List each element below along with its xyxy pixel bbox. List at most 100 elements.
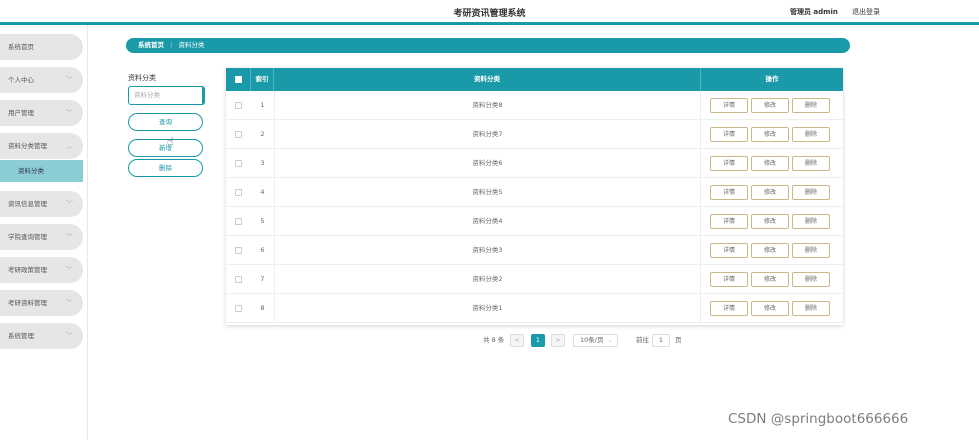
row-checkbox[interactable]	[235, 218, 242, 225]
sidebar-item-system[interactable]: 系统管理 ﹀	[0, 323, 83, 349]
sidebar-item-home[interactable]: 系统首页	[0, 34, 83, 60]
batch-delete-button[interactable]: 删除	[128, 159, 203, 177]
row-category-name: 资料分类2	[274, 265, 701, 294]
edit-button[interactable]: 修改	[751, 214, 789, 229]
table-row: 4 资料分类5 详情 修改 删除	[226, 178, 843, 207]
sidebar-item-policy[interactable]: 考研政策管理 ﹀	[0, 257, 83, 283]
detail-button[interactable]: 详情	[710, 272, 748, 287]
edit-button[interactable]: 修改	[751, 243, 789, 258]
delete-button[interactable]: 删除	[792, 156, 830, 171]
top-divider	[0, 22, 979, 25]
edit-button[interactable]: 修改	[751, 301, 789, 316]
checkbox-icon[interactable]	[235, 76, 242, 83]
row-checkbox[interactable]	[235, 189, 242, 196]
sidebar-item-category-mgmt[interactable]: 资料分类管理 ︿	[0, 133, 83, 159]
sidebar-item-label: 资讯信息管理	[8, 200, 47, 208]
detail-button[interactable]: 详情	[710, 156, 748, 171]
watermark-text: CSDN @springboot666666	[728, 411, 909, 427]
delete-button[interactable]: 删除	[792, 98, 830, 113]
page-size-select[interactable]: 10条/页 ⌄	[573, 334, 618, 347]
row-checkbox[interactable]	[235, 160, 242, 167]
query-button[interactable]: 查询	[128, 113, 203, 131]
row-category-name: 资料分类4	[274, 207, 701, 236]
chevron-down-icon: ﹀	[66, 200, 73, 208]
row-category-name: 资料分类1	[274, 294, 701, 323]
chevron-down-icon: ﹀	[66, 109, 73, 117]
filter-label: 资料分类	[128, 74, 156, 82]
row-index: 1	[260, 101, 265, 109]
admin-label: 管理员 admin	[790, 8, 838, 16]
detail-button[interactable]: 详情	[710, 185, 748, 200]
pagination-total: 共 8 条	[483, 336, 505, 344]
edit-button[interactable]: 修改	[751, 98, 789, 113]
edit-button[interactable]: 修改	[751, 127, 789, 142]
sidebar-item-label: 资料分类管理	[8, 142, 47, 150]
delete-button[interactable]: 删除	[792, 301, 830, 316]
detail-button[interactable]: 详情	[710, 127, 748, 142]
table-row: 8 资料分类1 详情 修改 删除	[226, 294, 843, 323]
row-checkbox[interactable]	[235, 276, 242, 283]
row-index: 4	[260, 188, 265, 196]
sidebar-item-users[interactable]: 用户管理 ﹀	[0, 100, 83, 126]
page-size-value: 10条/页	[580, 336, 604, 344]
delete-button[interactable]: 删除	[792, 272, 830, 287]
delete-button[interactable]: 删除	[792, 185, 830, 200]
table-row: 3 资料分类6 详情 修改 删除	[226, 149, 843, 178]
row-checkbox[interactable]	[235, 131, 242, 138]
breadcrumb-separator: ⋮	[168, 41, 175, 49]
table-row: 5 资料分类4 详情 修改 删除	[226, 207, 843, 236]
row-checkbox[interactable]	[235, 247, 242, 254]
chevron-down-icon: ﹀	[66, 332, 73, 340]
chevron-down-icon: ⌄	[607, 336, 613, 344]
sidebar-item-profile[interactable]: 个人中心 ﹀	[0, 67, 83, 93]
edit-button[interactable]: 修改	[751, 185, 789, 200]
delete-button[interactable]: 删除	[792, 214, 830, 229]
table-header: 索引 资料分类 操作	[226, 68, 843, 91]
row-index: 6	[260, 246, 265, 254]
row-index: 8	[260, 304, 265, 312]
goto-page-input[interactable]: 1	[652, 334, 670, 347]
row-index: 2	[260, 130, 265, 138]
hand-cursor-icon: ☝	[167, 135, 174, 148]
sidebar: 系统首页 个人中心 ﹀ 用户管理 ﹀ 资料分类管理 ︿ 资料分类 资讯信息管理 ﹀ 学院…	[0, 25, 88, 440]
row-index: 5	[260, 217, 265, 225]
sidebar-item-news[interactable]: 资讯信息管理 ﹀	[0, 191, 83, 217]
next-page-button[interactable]: >	[551, 334, 565, 347]
breadcrumb-current: 资料分类	[178, 41, 205, 49]
row-category-name: 资料分类7	[274, 120, 701, 149]
table-row: 7 资料分类2 详情 修改 删除	[226, 265, 843, 294]
breadcrumb-home[interactable]: 系统首页	[138, 41, 164, 49]
category-table: 索引 资料分类 操作 1 资料分类8 详情 修改 删除 2 资料分类7 详情 修改 删除 3 资料分类…	[226, 68, 843, 325]
detail-button[interactable]: 详情	[710, 301, 748, 316]
row-checkbox[interactable]	[235, 305, 242, 312]
header-category: 资料分类	[274, 68, 701, 91]
chevron-up-icon: ︿	[66, 142, 73, 150]
chevron-down-icon: ﹀	[66, 266, 73, 274]
delete-button[interactable]: 删除	[792, 127, 830, 142]
chevron-down-icon: ﹀	[66, 233, 73, 241]
sidebar-subitem-category[interactable]: 资料分类	[0, 160, 83, 182]
delete-button[interactable]: 删除	[792, 243, 830, 258]
table-row: 6 资料分类3 详情 修改 删除	[226, 236, 843, 265]
chevron-down-icon: ﹀	[66, 76, 73, 84]
prev-page-button[interactable]: <	[510, 334, 524, 347]
sidebar-item-college[interactable]: 学院查询管理 ﹀	[0, 224, 83, 250]
row-checkbox[interactable]	[235, 102, 242, 109]
row-category-name: 资料分类5	[274, 178, 701, 207]
header-select-all[interactable]	[226, 68, 251, 91]
logout-link[interactable]: 退出登录	[852, 7, 880, 17]
edit-button[interactable]: 修改	[751, 272, 789, 287]
edit-button[interactable]: 修改	[751, 156, 789, 171]
top-bar: 考研资讯管理系统 管理员 admin 退出登录	[0, 0, 979, 22]
row-category-name: 资料分类3	[274, 236, 701, 265]
category-search-input[interactable]: 资料分类	[128, 86, 205, 105]
sidebar-item-label: 考研资料管理	[8, 299, 47, 307]
sidebar-item-materials[interactable]: 考研资料管理 ﹀	[0, 290, 83, 316]
sidebar-item-label: 个人中心	[8, 76, 34, 84]
row-category-name: 资料分类6	[274, 149, 701, 178]
add-button[interactable]: 新增	[128, 139, 203, 157]
detail-button[interactable]: 详情	[710, 214, 748, 229]
page-1-button[interactable]: 1	[531, 334, 545, 347]
detail-button[interactable]: 详情	[710, 243, 748, 258]
detail-button[interactable]: 详情	[710, 98, 748, 113]
